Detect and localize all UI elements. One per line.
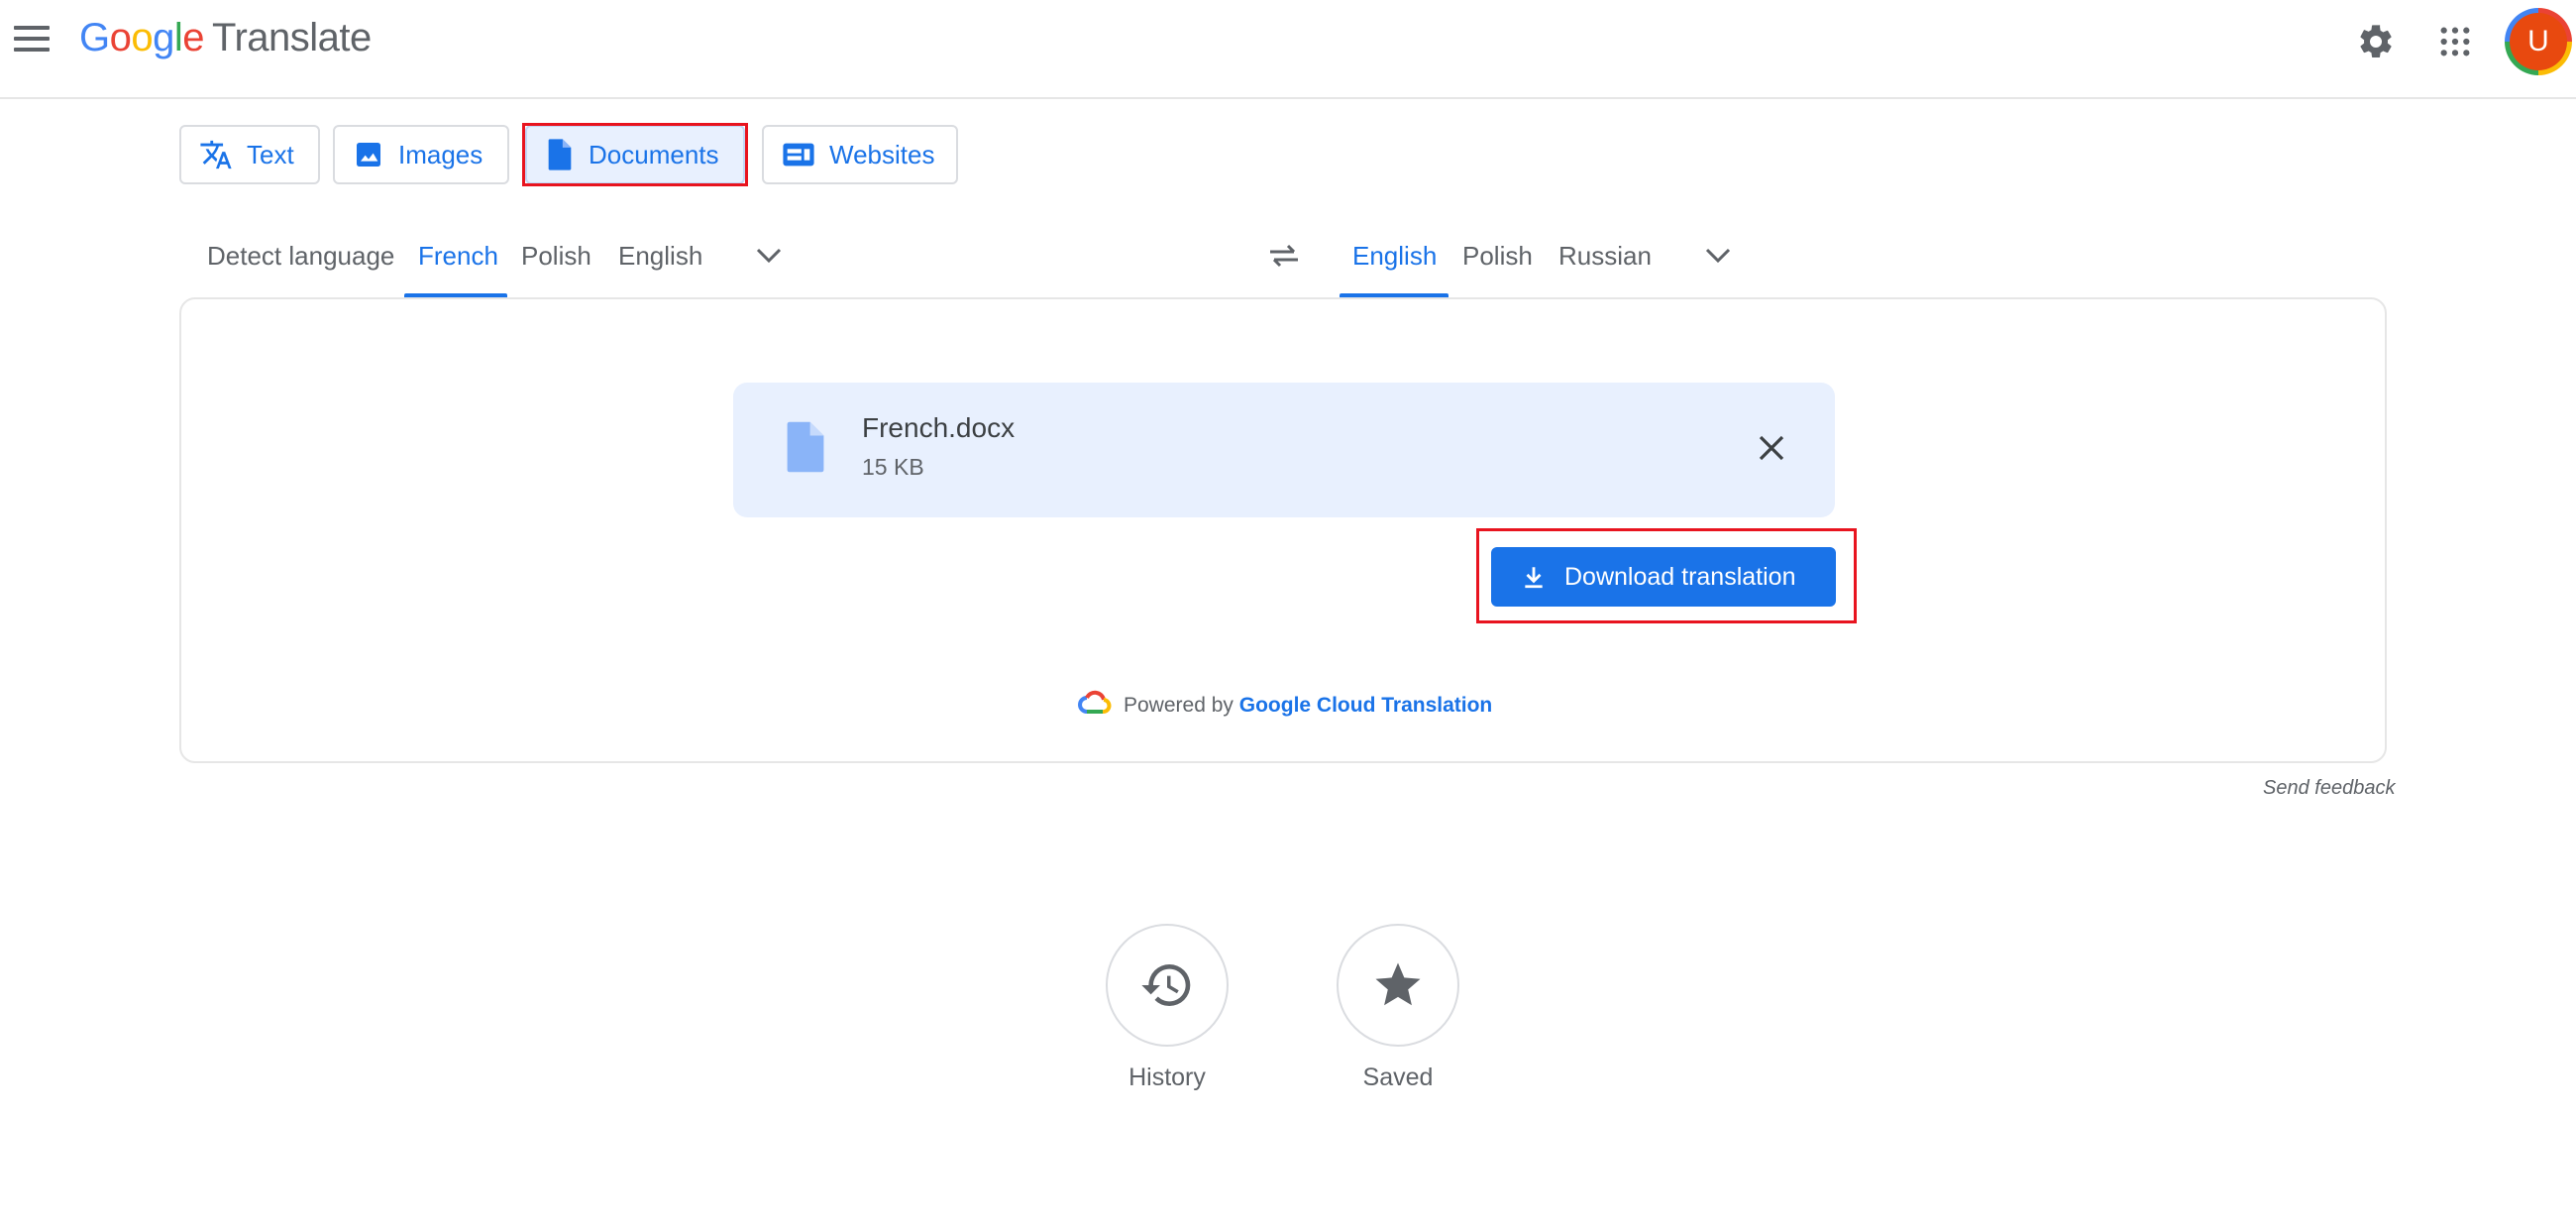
google-cloud-translation-link[interactable]: Google Cloud Translation xyxy=(1239,694,1493,717)
file-size: 15 KB xyxy=(862,454,924,481)
powered-by-text: Powered by Google Cloud Translation xyxy=(1124,694,1492,718)
uploaded-file-card: French.docx 15 KB xyxy=(733,383,1835,517)
download-button-label: Download translation xyxy=(1564,563,1795,592)
tab-documents[interactable]: Documents xyxy=(525,125,745,184)
menu-icon[interactable] xyxy=(14,26,50,54)
translate-icon xyxy=(199,138,233,171)
tab-label: Documents xyxy=(589,140,719,170)
image-icon xyxy=(353,139,384,170)
source-lang-detect[interactable]: Detect language xyxy=(207,241,394,272)
tab-images[interactable]: Images xyxy=(333,125,509,184)
settings-icon[interactable] xyxy=(2352,18,2400,65)
target-lang-more-chevron-down-icon[interactable] xyxy=(1698,238,1738,274)
history-icon xyxy=(1139,957,1195,1013)
account-avatar[interactable]: U xyxy=(2505,8,2572,75)
star-icon xyxy=(1371,958,1425,1012)
source-lang-french[interactable]: French xyxy=(418,241,498,272)
saved-label: Saved xyxy=(1299,1063,1497,1092)
download-translation-button[interactable]: Download translation xyxy=(1491,547,1836,607)
remove-file-close-icon[interactable] xyxy=(1750,426,1793,470)
swap-languages-icon[interactable] xyxy=(1264,236,1304,276)
avatar-initial: U xyxy=(2510,13,2567,70)
send-feedback-link[interactable]: Send feedback xyxy=(2263,777,2395,800)
website-icon xyxy=(782,140,815,169)
logo-letter: G xyxy=(79,16,110,59)
target-lang-russian[interactable]: Russian xyxy=(1558,241,1652,272)
saved-button[interactable] xyxy=(1337,924,1459,1047)
apps-grid-icon[interactable] xyxy=(2431,18,2479,65)
tab-websites[interactable]: Websites xyxy=(762,125,958,184)
google-translate-logo[interactable]: GoogleTranslate xyxy=(79,16,372,60)
source-lang-more-chevron-down-icon[interactable] xyxy=(749,238,789,274)
target-lang-polish[interactable]: Polish xyxy=(1462,241,1533,272)
target-lang-english[interactable]: English xyxy=(1352,241,1437,272)
history-button[interactable] xyxy=(1106,924,1229,1047)
source-lang-english[interactable]: English xyxy=(618,241,702,272)
top-app-bar: GoogleTranslate U xyxy=(0,0,2576,99)
tab-label: Text xyxy=(247,140,294,170)
document-icon xyxy=(545,138,575,171)
history-label: History xyxy=(1068,1063,1266,1092)
logo-letter: o xyxy=(110,16,132,59)
logo-letter: e xyxy=(182,16,204,59)
logo-letter: l xyxy=(174,16,182,59)
file-icon xyxy=(783,418,828,476)
source-lang-polish[interactable]: Polish xyxy=(521,241,591,272)
tab-label: Websites xyxy=(829,140,934,170)
powered-by-prefix: Powered by xyxy=(1124,694,1234,717)
logo-letter: o xyxy=(131,16,153,59)
product-name: Translate xyxy=(212,16,372,59)
file-name: French.docx xyxy=(862,412,1015,444)
logo-letter: g xyxy=(153,16,174,59)
tab-label: Images xyxy=(398,140,483,170)
download-icon xyxy=(1521,564,1547,590)
google-cloud-icon xyxy=(1078,690,1110,720)
tab-text[interactable]: Text xyxy=(179,125,320,184)
